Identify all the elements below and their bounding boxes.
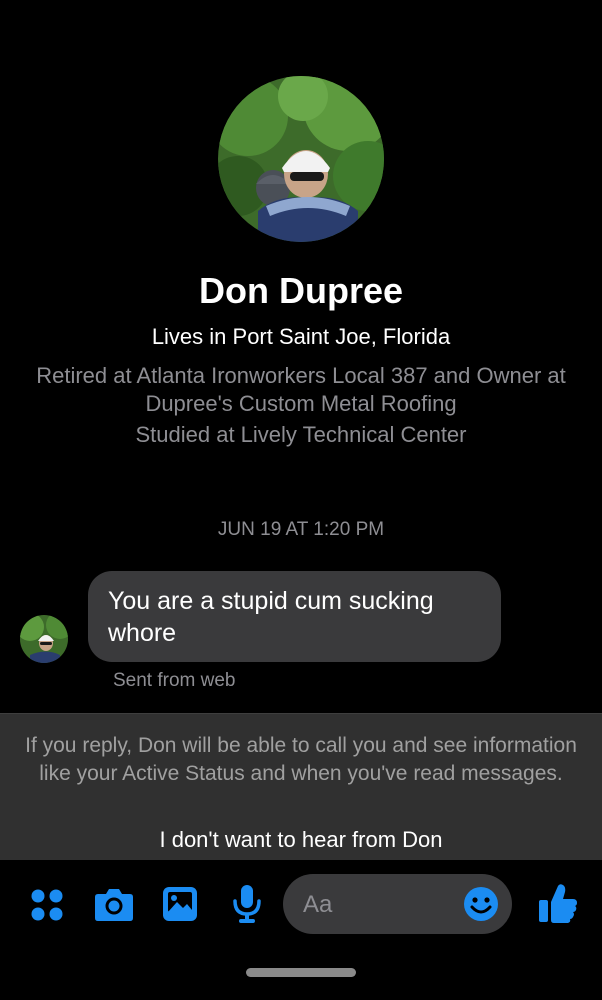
message-source: Sent from web: [113, 670, 236, 691]
sender-photo: [20, 615, 68, 663]
message-input[interactable]: [301, 874, 465, 936]
thumbs-up-icon[interactable]: [538, 882, 578, 924]
request-notice: If you reply, Don will be able to call y…: [25, 734, 577, 785]
profile-education: Studied at Lively Technical Center: [135, 422, 467, 447]
profile-work: Retired at Atlanta Ironworkers Local 387…: [36, 363, 566, 416]
emoji-icon[interactable]: [463, 886, 499, 922]
profile-photo: [218, 76, 384, 242]
gallery-icon[interactable]: [162, 886, 198, 922]
apps-icon[interactable]: [30, 888, 64, 922]
message-input-container: [283, 874, 512, 936]
profile-avatar[interactable]: [218, 76, 384, 242]
message-timestamp: JUN 19 AT 1:20 PM: [217, 519, 385, 540]
profile-name: Don Dupree: [198, 270, 403, 311]
messenger-screen: Don Dupree Lives in Port Saint Joe, Flor…: [0, 0, 602, 1000]
message-bubble[interactable]: You are a stupid cum sucking whore: [88, 571, 501, 662]
sender-avatar[interactable]: [20, 615, 68, 663]
profile-location: Lives in Port Saint Joe, Florida: [151, 324, 451, 349]
camera-icon[interactable]: [94, 886, 134, 922]
home-indicator[interactable]: [246, 968, 356, 977]
composer-bar: [0, 860, 602, 950]
message-request-panel: If you reply, Don will be able to call y…: [0, 713, 602, 861]
ignore-sender-button[interactable]: I don't want to hear from Don: [0, 825, 602, 855]
microphone-icon[interactable]: [232, 884, 262, 924]
